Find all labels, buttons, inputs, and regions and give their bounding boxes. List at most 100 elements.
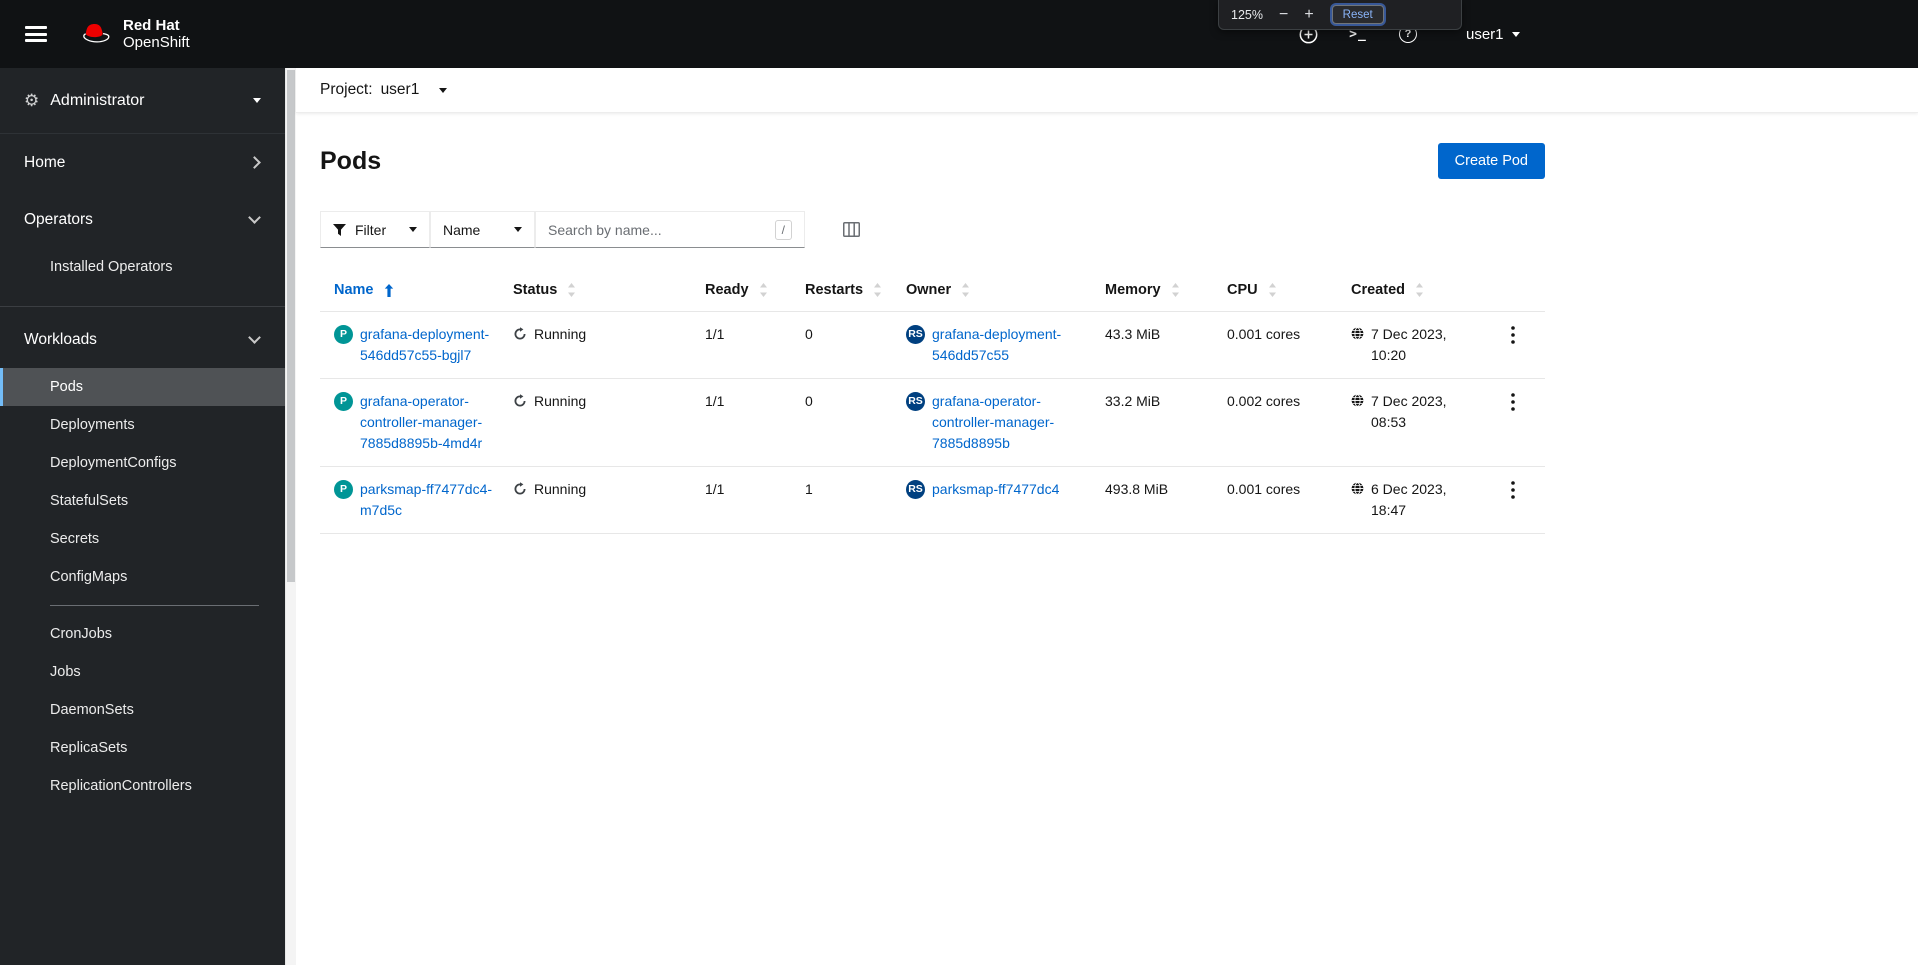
kebab-menu-button[interactable]: [1503, 391, 1523, 416]
memory-cell: 33.2 MiB: [1097, 378, 1219, 467]
nav-label-operators: Operators: [24, 210, 93, 228]
divider: [0, 306, 285, 307]
brand-line2: OpenShift: [123, 34, 190, 51]
column-management-button[interactable]: [843, 222, 860, 237]
pod-badge: P: [334, 480, 353, 499]
kebab-icon: [1510, 393, 1515, 411]
owner-link[interactable]: grafana-operator-controller-manager-7885…: [932, 391, 1089, 454]
pod-name-link[interactable]: grafana-deployment-546dd57c55-bgjl7: [360, 324, 497, 366]
nav-toggle-button[interactable]: [25, 26, 47, 42]
sort-icon: [874, 283, 882, 297]
sidebar-item-installed-operators[interactable]: Installed Operators: [0, 248, 285, 286]
name-filter-dropdown[interactable]: Name: [430, 211, 535, 248]
column-header-name[interactable]: Name: [320, 272, 505, 312]
filter-dropdown[interactable]: Filter: [320, 211, 430, 248]
sidebar-item-secrets[interactable]: Secrets: [0, 520, 285, 558]
column-header-memory[interactable]: Memory: [1097, 272, 1219, 312]
filter-dropdown-label: Filter: [355, 221, 387, 238]
openshift-console: Red Hat OpenShift >_ ? user1 125% − + Re…: [0, 0, 1918, 965]
kebab-icon: [1510, 481, 1515, 499]
globe-icon: [1351, 394, 1364, 407]
zoom-in-button[interactable]: +: [1304, 6, 1313, 23]
masthead: Red Hat OpenShift >_ ? user1: [0, 0, 1918, 68]
chevron-down-icon: [1511, 31, 1520, 37]
sidebar-item-replicasets[interactable]: ReplicaSets: [0, 729, 285, 767]
sort-icon: [1268, 283, 1276, 297]
shortcut-hint: /: [774, 219, 792, 240]
operators-subnav: Installed Operators: [0, 248, 285, 294]
sidebar-item-daemonsets[interactable]: DaemonSets: [0, 691, 285, 729]
zoom-level: 125%: [1231, 7, 1263, 22]
zoom-reset-button[interactable]: Reset: [1331, 5, 1384, 24]
sidebar-item-cronjobs[interactable]: CronJobs: [0, 615, 285, 653]
chevron-down-icon: [409, 227, 417, 232]
chevron-down-icon: [248, 211, 261, 224]
status-text: Running: [534, 393, 587, 409]
owner-link[interactable]: grafana-deployment-546dd57c55: [932, 324, 1089, 366]
sidebar-item-jobs[interactable]: Jobs: [0, 653, 285, 691]
zoom-out-button[interactable]: −: [1279, 6, 1288, 23]
pods-page: Pods Create Pod Filter Name /: [296, 113, 1569, 534]
sidebar-item-replicationcontrollers[interactable]: ReplicationControllers: [0, 767, 285, 805]
sort-icon: [759, 283, 767, 297]
sidebar-item-configmaps[interactable]: ConfigMaps: [0, 558, 285, 596]
kebab-menu-button[interactable]: [1503, 324, 1523, 349]
chevron-right-icon: [248, 156, 261, 169]
sidebar-scrollbar[interactable]: [285, 68, 296, 965]
running-sync-icon: [513, 394, 527, 408]
ready-cell: 1/1: [697, 311, 797, 379]
gear-icon: ⚙: [24, 90, 40, 110]
column-header-status[interactable]: Status: [505, 272, 697, 312]
column-header-owner[interactable]: Owner: [898, 272, 1097, 312]
create-pod-button[interactable]: Create Pod: [1437, 143, 1545, 179]
sidebar-item-workloads[interactable]: Workloads: [0, 311, 285, 368]
scrollbar-thumb[interactable]: [287, 70, 295, 582]
column-header-ready[interactable]: Ready: [697, 272, 797, 312]
status-text: Running: [534, 326, 587, 342]
perspective-switcher[interactable]: ⚙ Administrator: [0, 68, 285, 134]
filter-funnel-icon: [333, 223, 346, 236]
pod-badge: P: [334, 325, 353, 344]
kebab-menu-button[interactable]: [1503, 479, 1523, 504]
sort-icon: [568, 283, 576, 297]
main-content: Project: user1 Pods Create Pod Filter Na…: [296, 68, 1918, 965]
search-box: /: [535, 211, 805, 248]
column-header-actions: [1480, 272, 1545, 312]
restarts-cell: 1: [797, 466, 898, 534]
user-label: user1: [1466, 25, 1504, 43]
cpu-cell: 0.001 cores: [1219, 466, 1343, 534]
pods-table: Name Status Ready Restarts Owner Memory …: [320, 272, 1545, 534]
project-selector[interactable]: Project: user1: [296, 68, 1918, 113]
sidebar-item-statefulsets[interactable]: StatefulSets: [0, 482, 285, 520]
column-header-created[interactable]: Created: [1343, 272, 1480, 312]
table-row: P parksmap-ff7477dc4-m7d5c Running 1/1 1: [320, 466, 1545, 534]
sort-icon: [962, 283, 970, 297]
chevron-down-icon: [248, 331, 261, 344]
owner-link[interactable]: parksmap-ff7477dc4: [932, 479, 1059, 500]
created-text: 7 Dec 2023, 08:53: [1371, 393, 1447, 430]
sidebar-item-pods[interactable]: Pods: [0, 368, 285, 406]
running-sync-icon: [513, 482, 527, 496]
restarts-cell: 0: [797, 311, 898, 379]
sidebar-item-deployments[interactable]: Deployments: [0, 406, 285, 444]
sidebar-item-home[interactable]: Home: [0, 134, 285, 191]
user-menu[interactable]: user1: [1466, 26, 1520, 43]
restarts-cell: 0: [797, 378, 898, 467]
sidebar-item-operators[interactable]: Operators: [0, 191, 285, 248]
workloads-subnav: Pods Deployments DeploymentConfigs State…: [0, 368, 285, 813]
columns-icon: [843, 222, 860, 237]
search-input[interactable]: [548, 221, 769, 238]
list-toolbar: Filter Name /: [320, 211, 1545, 248]
sort-icon: [1171, 283, 1179, 297]
column-header-cpu[interactable]: CPU: [1219, 272, 1343, 312]
sidebar-item-deploymentconfigs[interactable]: DeploymentConfigs: [0, 444, 285, 482]
memory-cell: 493.8 MiB: [1097, 466, 1219, 534]
created-text: 7 Dec 2023, 10:20: [1371, 326, 1447, 363]
pod-name-link[interactable]: grafana-operator-controller-manager-7885…: [360, 391, 497, 454]
table-header-row: Name Status Ready Restarts Owner Memory …: [320, 272, 1545, 312]
status-text: Running: [534, 481, 587, 497]
column-header-restarts[interactable]: Restarts: [797, 272, 898, 312]
pod-name-link[interactable]: parksmap-ff7477dc4-m7d5c: [360, 479, 497, 521]
perspective-label: Administrator: [50, 91, 145, 109]
redhat-logo-icon: [83, 23, 110, 43]
